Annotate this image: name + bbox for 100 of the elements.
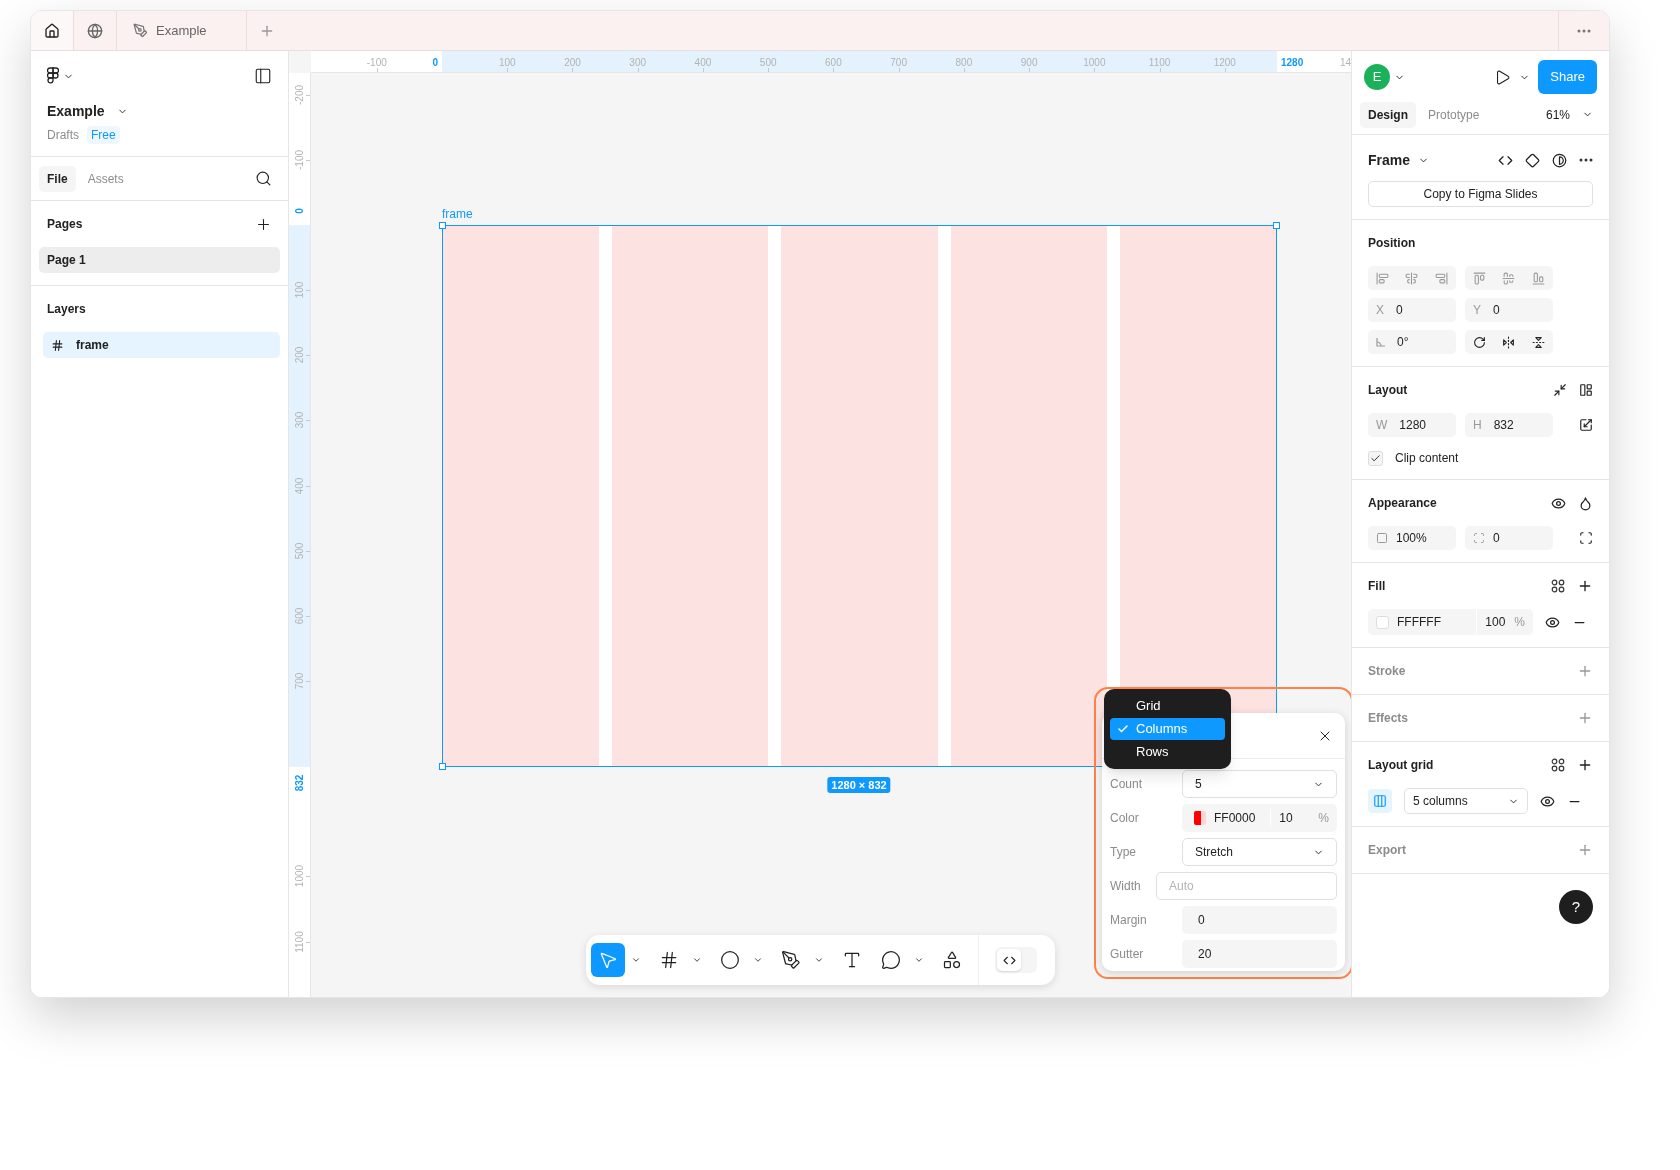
frame-label: frame (442, 206, 473, 223)
dropdown-field[interactable]: Stretch (1182, 838, 1337, 866)
resize-handle[interactable] (439, 763, 446, 770)
eye-icon[interactable] (1551, 495, 1566, 511)
pen-icon (781, 950, 801, 970)
flip-horizontal-icon[interactable] (1502, 335, 1516, 349)
angle-icon (1376, 337, 1385, 347)
file-location[interactable]: Drafts (47, 126, 79, 144)
caret-icon[interactable] (692, 955, 702, 965)
ruler-label: 200 (295, 346, 305, 364)
section-title: Pages (47, 216, 83, 233)
ruler-label: 0 (295, 208, 305, 214)
logo-icon (47, 67, 59, 85)
plus-icon[interactable] (1577, 578, 1593, 594)
panel-tab[interactable]: Assets (79, 165, 132, 192)
dev-mode-toggle[interactable] (995, 947, 1037, 973)
globe-icon (87, 22, 103, 39)
ruler-label: 600 (825, 56, 842, 70)
align-middle-icon[interactable] (1502, 271, 1516, 285)
ruler-label: 100 (498, 56, 516, 70)
contrast-icon[interactable] (1552, 152, 1567, 168)
section-title: Appearance (1368, 495, 1437, 512)
coordinate-field[interactable]: Y 0 (1465, 298, 1553, 322)
ruler-label: 700 (295, 672, 305, 690)
auto-layout-icon[interactable] (1579, 383, 1593, 397)
section-title: Effects (1368, 710, 1408, 727)
dropdown-field[interactable]: 5 (1182, 770, 1337, 798)
fill-field[interactable]: FFFFFF 100 % (1368, 609, 1533, 635)
component-icon[interactable] (1525, 152, 1540, 168)
layer-name: frame (76, 337, 109, 354)
clip-checkbox[interactable] (1368, 450, 1383, 466)
ruler-label: 1000 (295, 865, 305, 888)
help-button[interactable]: ? (1559, 890, 1593, 924)
plus-icon[interactable] (1577, 757, 1593, 773)
caret-icon[interactable] (914, 955, 924, 965)
caret-icon[interactable] (814, 955, 824, 965)
selection-type[interactable]: Frame (1368, 149, 1411, 171)
pointer-icon (598, 950, 618, 970)
size-badge: 1280 × 832 (827, 777, 891, 793)
droplet-icon[interactable] (1578, 495, 1593, 511)
main-menu-button[interactable] (47, 67, 74, 85)
ruler-label: 400 (295, 477, 305, 494)
panel-tab[interactable]: File (39, 165, 76, 192)
panel-tab[interactable]: Prototype (1420, 101, 1488, 128)
coordinate-field[interactable]: X 0 (1368, 298, 1456, 322)
panel-tab[interactable]: Design (1360, 101, 1416, 128)
radius-field[interactable]: 0 (1465, 526, 1553, 550)
more-icon (1577, 28, 1591, 33)
ruler-label: 1100 (1148, 56, 1171, 70)
menu-item[interactable]: Rows (1110, 741, 1225, 763)
eye-icon[interactable] (1545, 614, 1560, 630)
number-field[interactable]: 0 (1182, 906, 1337, 934)
text-icon (842, 950, 862, 970)
resize-icon[interactable] (1579, 418, 1593, 432)
resize-handle[interactable] (439, 222, 446, 229)
color-field[interactable]: FF0000 10 % (1182, 804, 1337, 832)
menu-item[interactable]: Grid (1110, 695, 1225, 717)
caret-icon[interactable] (753, 955, 763, 965)
flip-vertical-icon[interactable] (1531, 335, 1545, 349)
sidebar-toggle-icon[interactable] (254, 67, 272, 85)
more-icon[interactable] (1579, 158, 1593, 162)
styles-icon[interactable] (1551, 758, 1565, 772)
width-field[interactable]: Auto (1156, 872, 1337, 900)
frame-icon (51, 338, 64, 352)
home-tab[interactable] (31, 11, 74, 50)
frame[interactable] (442, 225, 1277, 767)
align-left-icon[interactable] (1376, 271, 1390, 285)
ruler-label: 800 (955, 56, 973, 70)
section-title: Position (1368, 235, 1416, 252)
ruler-label: 1000 (1083, 56, 1106, 70)
resize-handle[interactable] (1273, 222, 1280, 229)
align-right-icon[interactable] (1434, 271, 1448, 285)
field-label: Count (1110, 776, 1144, 793)
search-icon[interactable] (255, 170, 272, 187)
styles-icon[interactable] (1551, 579, 1565, 593)
caret-icon[interactable] (631, 955, 641, 965)
dimension-field[interactable]: W 1280 (1368, 413, 1456, 437)
field-label: Gutter (1110, 946, 1145, 963)
rotate-icon[interactable] (1473, 335, 1487, 349)
plan-badge: Free (87, 126, 120, 144)
copy-to-slides-button[interactable]: Copy to Figma Slides (1368, 181, 1593, 207)
corners-icon[interactable] (1579, 531, 1593, 545)
align-center-icon[interactable] (1405, 271, 1419, 285)
layer-item[interactable]: frame (43, 332, 280, 358)
ruler-label: 1200 (1213, 56, 1236, 70)
page-item[interactable]: Page 1 (39, 247, 280, 273)
number-field[interactable]: 20 (1182, 940, 1337, 968)
rotation-field[interactable]: 0° (1368, 330, 1456, 354)
opacity-field[interactable]: 100% (1368, 526, 1456, 550)
ruler-label: 700 (890, 56, 907, 70)
file-name[interactable]: Example (47, 101, 105, 122)
document-tab[interactable]: Example (117, 11, 247, 50)
eye-icon[interactable] (1540, 793, 1555, 809)
color-swatch-icon (1376, 615, 1389, 629)
zoom-dropdown[interactable]: 61% (1545, 105, 1593, 124)
dimension-field[interactable]: H 832 (1465, 413, 1553, 437)
color-swatch-icon (1194, 811, 1206, 825)
shrink-icon[interactable] (1553, 383, 1567, 397)
play-icon[interactable] (1494, 68, 1512, 86)
grid-dropdown[interactable]: 5 columns (1404, 788, 1528, 814)
